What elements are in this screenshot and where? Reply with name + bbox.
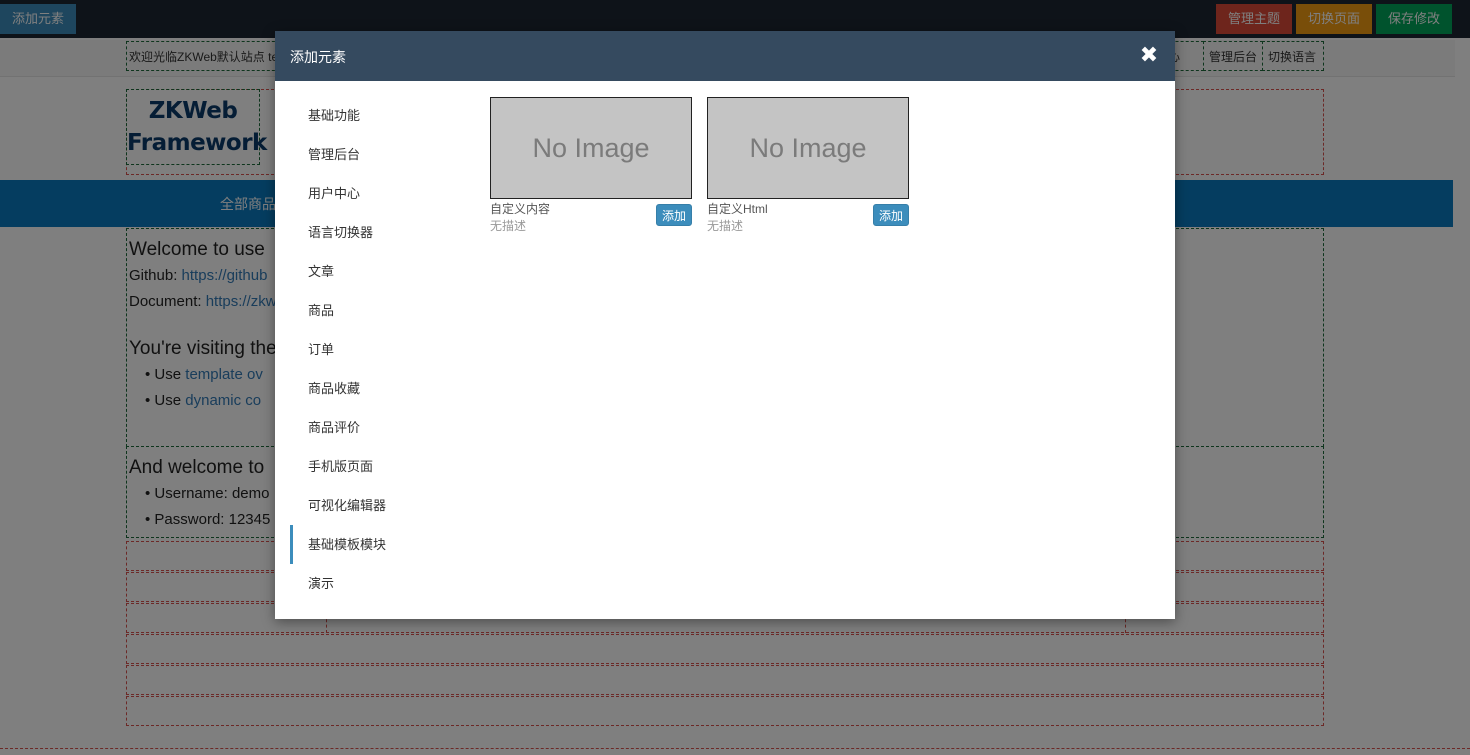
modal-title: 添加元素 (290, 49, 346, 65)
element-description: 无描述 (490, 219, 527, 233)
category-item[interactable]: 用户中心 (290, 174, 460, 213)
element-name: 自定义内容 (490, 202, 551, 216)
add-element-custom-html-button[interactable]: 添加 (873, 204, 909, 226)
category-list: 基础功能 管理后台 用户中心 语言切换器 文章 商品 订单 商品收藏 商品评价 … (290, 96, 460, 603)
element-preview-image: No Image (707, 97, 909, 199)
element-name: 自定义Html (707, 202, 768, 216)
category-item[interactable]: 语言切换器 (290, 213, 460, 252)
modal-header: 添加元素 ✖ (275, 31, 1175, 81)
element-card-custom-html: No Image 自定义Html 无描述 添加 (707, 97, 909, 237)
category-item[interactable]: 订单 (290, 330, 460, 369)
category-item[interactable]: 手机版页面 (290, 447, 460, 486)
category-item[interactable]: 文章 (290, 252, 460, 291)
category-item[interactable]: 可视化编辑器 (290, 486, 460, 525)
category-item[interactable]: 商品 (290, 291, 460, 330)
element-description: 无描述 (707, 219, 744, 233)
category-item[interactable]: 基础功能 (290, 96, 460, 135)
close-icon[interactable]: ✖ (1139, 43, 1159, 67)
add-element-custom-content-button[interactable]: 添加 (656, 204, 692, 226)
category-item[interactable]: 商品收藏 (290, 369, 460, 408)
add-element-modal: 添加元素 ✖ 基础功能 管理后台 用户中心 语言切换器 文章 商品 订单 商品收… (275, 31, 1175, 619)
element-card-custom-content: No Image 自定义内容 无描述 添加 (490, 97, 692, 237)
category-item[interactable]: 演示 (290, 564, 460, 603)
category-item[interactable]: 商品评价 (290, 408, 460, 447)
category-item[interactable]: 管理后台 (290, 135, 460, 174)
category-item-active[interactable]: 基础模板模块 (290, 525, 460, 564)
element-preview-image: No Image (490, 97, 692, 199)
